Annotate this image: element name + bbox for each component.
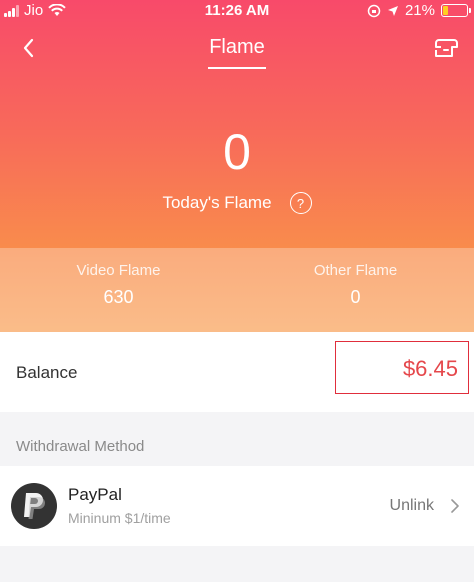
balance-row: Balance $6.45 xyxy=(0,332,474,412)
status-right: 21% xyxy=(367,2,471,19)
method-name: PayPal xyxy=(68,485,122,504)
other-flame-value: 0 xyxy=(350,287,361,307)
status-bar: Jio 11:26 AM 21% xyxy=(0,0,474,22)
withdrawal-method-paypal[interactable]: PayPal Mininum $1/time Unlink xyxy=(0,466,474,546)
video-flame-label: Video Flame xyxy=(76,262,161,279)
flame-breakdown-panel: Video Flame 630 Other Flame 0 xyxy=(0,248,474,332)
other-flame-stat: Other Flame 0 xyxy=(237,262,474,308)
paypal-icon xyxy=(11,483,57,529)
battery-icon xyxy=(441,4,471,17)
today-flame-value: 0 xyxy=(223,124,251,180)
title-underline xyxy=(208,67,266,69)
video-flame-value: 630 xyxy=(103,287,134,307)
receipt-icon[interactable] xyxy=(430,34,462,64)
unlink-button[interactable]: Unlink xyxy=(390,497,434,515)
today-flame-row: Today's Flame ? xyxy=(0,192,474,214)
other-flame-label: Other Flame xyxy=(313,262,398,279)
today-flame-label: Today's Flame xyxy=(162,193,272,212)
chevron-right-icon xyxy=(451,499,459,513)
withdrawal-section-title: Withdrawal Method xyxy=(16,438,145,455)
help-icon[interactable]: ? xyxy=(289,192,312,214)
balance-value: $6.45 xyxy=(402,356,458,381)
battery-percent: 21% xyxy=(404,2,435,19)
location-icon xyxy=(387,5,398,16)
rotation-lock-icon xyxy=(367,4,381,17)
balance-highlight-box: $6.45 xyxy=(335,341,469,394)
page-title: Flame xyxy=(209,36,265,58)
video-flame-stat: Video Flame 630 xyxy=(0,262,237,308)
method-subtitle: Mininum $1/time xyxy=(68,510,171,526)
balance-label: Balance xyxy=(16,363,78,382)
